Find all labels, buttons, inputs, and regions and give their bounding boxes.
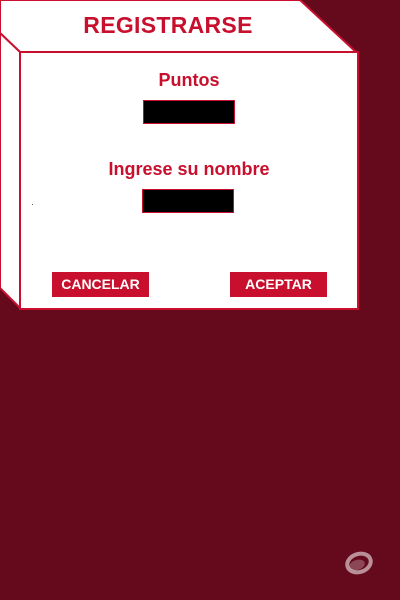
register-screen: REGISTRARSE Puntos Ingrese su nombre CAN… bbox=[0, 0, 400, 600]
points-label: Puntos bbox=[158, 70, 220, 90]
name-input[interactable] bbox=[142, 189, 234, 213]
dialog-title: REGISTRARSE bbox=[83, 12, 253, 38]
points-field bbox=[143, 100, 235, 124]
decorative-dot bbox=[32, 204, 33, 205]
panel-left-face bbox=[0, 31, 21, 311]
accept-button[interactable]: ACEPTAR bbox=[230, 272, 327, 297]
name-label: Ingrese su nombre bbox=[108, 159, 270, 179]
logo-mark-icon bbox=[345, 551, 373, 575]
cancel-button[interactable]: CANCELAR bbox=[52, 272, 149, 297]
